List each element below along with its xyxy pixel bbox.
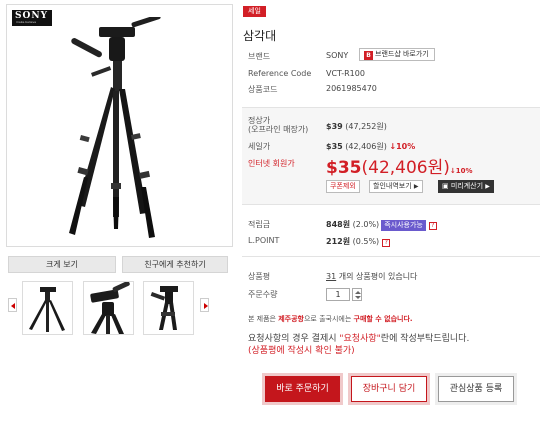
internet-discount-rate: ↓10% [449, 167, 473, 175]
reserve-info: 848원 (2.0%) 즉시사용가능? [326, 219, 437, 231]
jeju-airport-notice: 본 제품은 제주공항으로 출국시에는 구매할 수 없습니다. [248, 314, 413, 324]
review-info: 31 개의 상품평이 있습니다 [326, 271, 417, 282]
notice-emphasis-airport: 제주공항 [278, 315, 304, 323]
recommend-friend-button[interactable]: 친구에게 추천하기 [122, 256, 228, 273]
thumbnail-1[interactable] [22, 281, 73, 335]
internet-price-krw: (42,406원) [361, 158, 450, 178]
thumbnail-2[interactable] [83, 281, 134, 335]
internet-price-usd: $35 [326, 158, 362, 178]
sale-discount-rate: ↓10% [389, 142, 416, 151]
regular-price-usd: $39 [326, 122, 343, 131]
quantity-label: 주문수량 [248, 290, 278, 299]
instant-use-button[interactable]: 즉시사용가능 [381, 220, 426, 231]
product-title: 삼각대 [243, 29, 277, 43]
brand-shop-icon: B [364, 51, 373, 60]
discount-detail-label: 할인내역보기 [373, 182, 412, 190]
notice-middle: 으로 출국시에는 [303, 315, 354, 323]
quantity-stepper[interactable] [352, 288, 362, 301]
tripod-thumbnail-image [29, 287, 65, 332]
reserve-rate: (2.0%) [352, 220, 380, 229]
internet-price-label: 인터넷 회원가 [248, 159, 295, 168]
add-to-wishlist-button[interactable]: 관심상품 등록 [435, 373, 517, 405]
notice-emphasis-restriction: 구매할 수 없습니다. [353, 315, 413, 323]
regular-price-label-line2: (오프라인 매장가) [248, 125, 309, 134]
buy-now-button[interactable]: 바로 주문하기 [262, 373, 343, 405]
thumbnail-next-icon[interactable] [200, 298, 209, 312]
sale-price-krw: (42,406원) [345, 142, 387, 151]
discount-detail-button[interactable]: 할인내역보기 ▶ [369, 180, 423, 193]
stepper-down-icon[interactable] [355, 296, 361, 299]
lpoint-label: L.POINT [248, 236, 280, 245]
sale-price-label: 세일가 [248, 142, 271, 151]
tripod-folded-thumbnail-image [150, 286, 178, 330]
regular-price-label: 정상가 (오프라인 매장가) [248, 116, 308, 134]
chevron-right-icon: ▶ [485, 183, 490, 190]
thumbnail-prev-icon[interactable] [8, 298, 17, 312]
reference-code-label: Reference Code [248, 69, 312, 78]
tripod-image [69, 17, 161, 238]
zoom-button[interactable]: 크게 보기 [8, 256, 116, 273]
product-code-value: 2061985470 [326, 84, 377, 93]
brand-value: SONY [326, 51, 349, 60]
help-icon[interactable]: ? [382, 239, 391, 247]
product-main-image[interactable]: SONY make.believe [6, 4, 233, 247]
request-warning: (상품평에 작성시 확인 불가) [248, 346, 355, 356]
sale-price-usd: $35 [326, 142, 343, 151]
calculator-icon: ▣ [442, 182, 449, 190]
lpoint-rate: (0.5%) [352, 237, 380, 246]
brand-logo: SONY make.believe [12, 10, 52, 26]
brand-shop-button[interactable]: B 브랜드샵 바로가기 [359, 48, 435, 61]
divider [242, 256, 540, 257]
stepper-up-icon[interactable] [355, 291, 361, 294]
tripod-head-thumbnail-image [90, 282, 130, 334]
brand-label: 브랜드 [248, 52, 271, 61]
notice-prefix: 본 제품은 [248, 315, 279, 323]
request-text-b: 란에 작성부탁드립니다. [380, 334, 470, 344]
reference-code-value: VCT-R100 [326, 69, 365, 78]
reserve-label: 적립금 [248, 220, 271, 229]
coupon-exclude-button[interactable]: 쿠폰제외 [326, 180, 360, 193]
lpoint-info: 212원 (0.5%)? [326, 236, 391, 247]
add-to-cart-button[interactable]: 장바구니 담기 [348, 373, 430, 405]
regular-price: $39 (47,252원) [326, 121, 387, 132]
thumbnail-3[interactable] [143, 281, 194, 335]
review-text: 개의 상품평이 있습니다 [338, 272, 418, 281]
reserve-value: 848원 [326, 220, 351, 229]
review-label: 상품평 [248, 272, 271, 281]
lpoint-value: 212원 [326, 237, 351, 246]
quantity-input[interactable]: 1 [326, 288, 350, 301]
sale-badge: 세일 [243, 6, 266, 17]
price-calculator-label: 미리계산기 [450, 182, 484, 190]
help-icon[interactable]: ? [428, 222, 437, 230]
internet-price: $35(42,406원)↓10% [326, 153, 473, 178]
product-code-label: 상품코드 [248, 85, 278, 94]
review-count-link[interactable]: 31 [326, 272, 336, 281]
chevron-right-icon: ▶ [413, 183, 419, 190]
brand-shop-label: 브랜드샵 바로가기 [375, 50, 429, 58]
regular-price-label-line1: 정상가 [248, 116, 271, 125]
regular-price-krw: (47,252원) [345, 122, 387, 131]
sale-price: $35 (42,406원) ↓10% [326, 141, 415, 152]
price-calculator-button[interactable]: ▣ 미리계산기 ▶ [438, 180, 494, 193]
